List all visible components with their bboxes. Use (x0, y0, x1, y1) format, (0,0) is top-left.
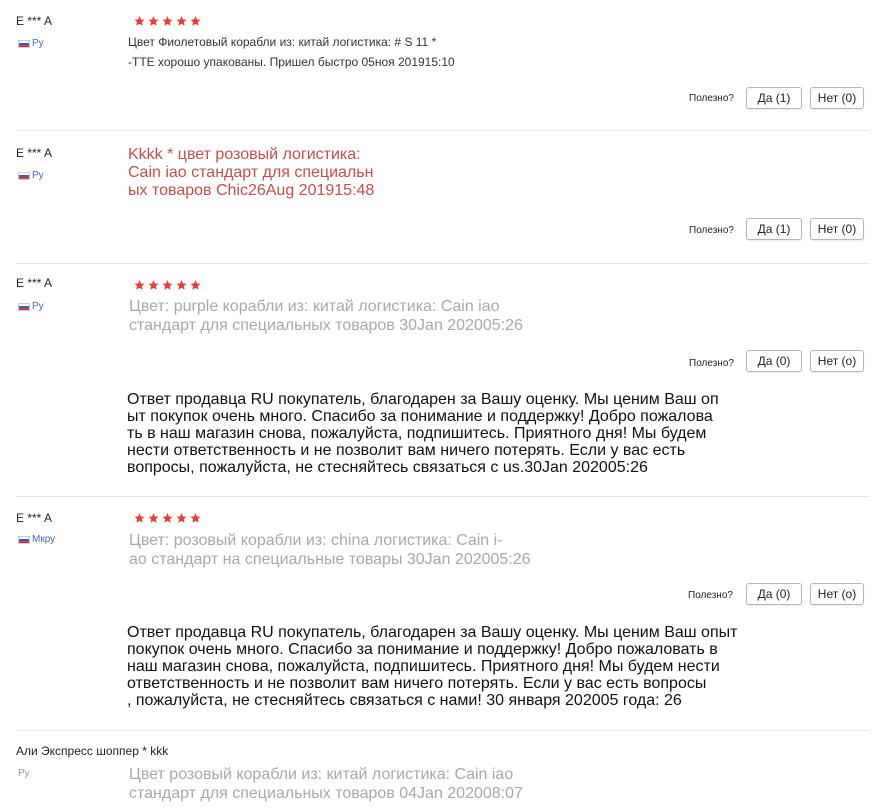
review-author: E *** A (16, 511, 53, 525)
review-country: Ру (18, 768, 30, 779)
helpful-question: Полезно? (688, 590, 733, 601)
review-divider (16, 730, 869, 731)
country-label: Мкру (32, 534, 56, 545)
review-text-line: -TTE хорошо упакованы. Пришел быстро 05н… (128, 55, 455, 69)
review-text: Kkkk * цвет розовый логистика: Cain iao … (128, 146, 375, 199)
country-label: Ру (32, 170, 44, 181)
review-country: Ру (18, 301, 44, 312)
star-rating (133, 279, 202, 291)
star-icon (189, 512, 202, 524)
review-country: Ру (18, 170, 44, 181)
helpful-question: Полезно? (689, 93, 734, 104)
star-icon (161, 279, 174, 291)
helpful-no-button[interactable]: Нет (0) (810, 87, 864, 109)
helpful-yes-button[interactable]: Да (0) (746, 350, 802, 372)
helpful-no-button[interactable]: Нет (0) (810, 218, 864, 240)
review-text: Цвет: розовый корабли из: china логистик… (129, 532, 531, 568)
review-text: Цвет Фиолетовый корабли из: китай логист… (128, 32, 455, 72)
russia-flag-icon (18, 39, 30, 48)
helpful-no-button[interactable]: Нет (о) (810, 583, 864, 605)
review-text: Цвет: purple корабли из: китай логистика… (129, 298, 523, 334)
russia-flag-icon (18, 302, 30, 311)
review-author: Али Экспресс шоппер * kkk (16, 744, 169, 758)
star-icon (133, 512, 146, 524)
russia-flag-icon (18, 535, 30, 544)
helpful-yes-button[interactable]: Да (1) (746, 87, 802, 109)
star-icon (147, 15, 160, 27)
star-icon (189, 279, 202, 291)
star-icon (161, 15, 174, 27)
star-icon (175, 15, 188, 27)
helpful-yes-button[interactable]: Да (0) (746, 583, 802, 605)
helpful-no-button[interactable]: Нет (о) (810, 350, 864, 372)
star-icon (133, 279, 146, 291)
review-author: E *** A (16, 14, 53, 28)
star-icon (175, 512, 188, 524)
helpful-yes-button[interactable]: Да (1) (746, 218, 802, 240)
review-text-line: Цвет Фиолетовый корабли из: китай логист… (128, 35, 437, 49)
star-rating (133, 15, 202, 27)
seller-reply: Ответ продавца RU покупатель, благодарен… (127, 391, 719, 476)
seller-reply: Ответ продавца RU покупатель, благодарен… (127, 624, 738, 709)
country-label: Ру (32, 301, 44, 312)
helpful-question: Полезно? (689, 225, 734, 236)
review-divider (16, 130, 869, 131)
star-icon (147, 512, 160, 524)
review-country: Мкру (18, 534, 55, 545)
star-icon (189, 15, 202, 27)
country-label: Ру (18, 768, 30, 779)
star-icon (147, 279, 160, 291)
star-rating (133, 512, 202, 524)
helpful-question: Полезно? (689, 358, 734, 369)
star-icon (175, 279, 188, 291)
review-country: Ру (18, 38, 44, 49)
review-divider (16, 496, 869, 497)
review-text: Цвет розовый корабли из: китай логистика… (129, 766, 523, 802)
star-icon (133, 15, 146, 27)
country-label: Ру (32, 38, 44, 49)
review-divider (16, 263, 869, 264)
star-icon (161, 512, 174, 524)
review-author: E *** A (16, 276, 53, 290)
review-author: E *** A (16, 146, 53, 160)
russia-flag-icon (18, 171, 30, 180)
